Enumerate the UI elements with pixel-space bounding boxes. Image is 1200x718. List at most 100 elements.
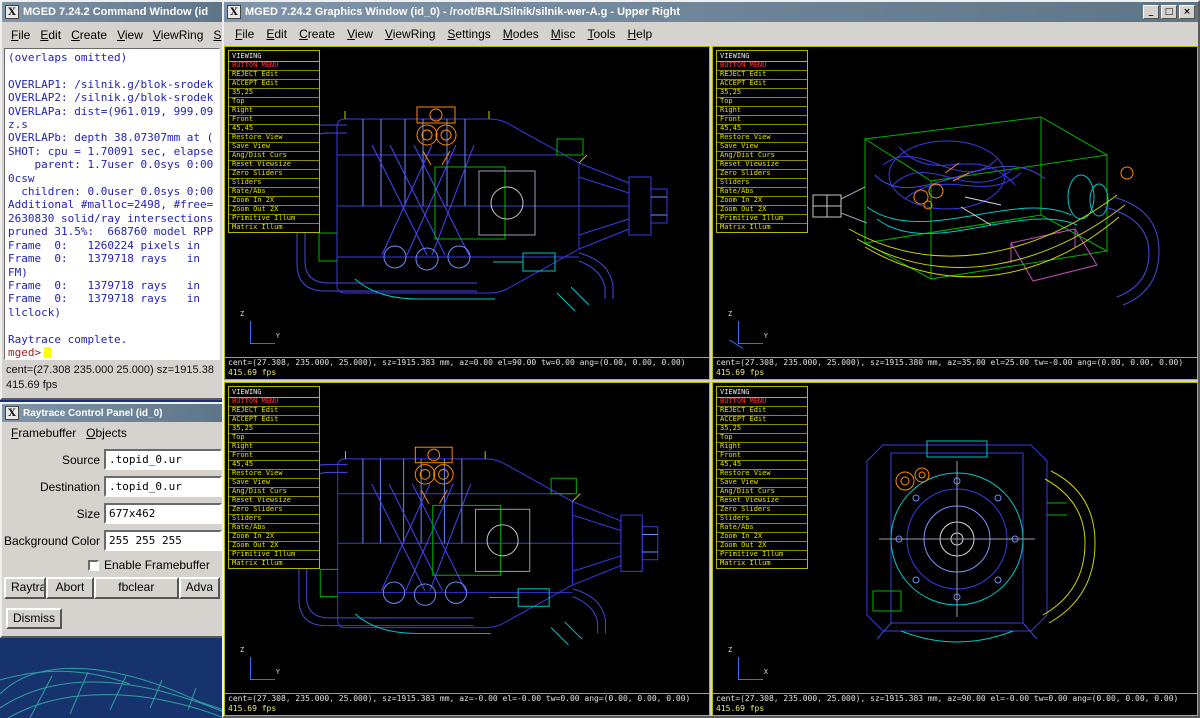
menubar-item[interactable]: File (6, 27, 35, 43)
menubar-item[interactable]: View (342, 26, 378, 42)
graphics-window: X MGED 7.24.2 Graphics Window (id_0) - /… (222, 0, 1200, 718)
graphics-window-menubar: FileEditCreateViewViewRingSettingsModesM… (224, 22, 1198, 46)
menubar-item[interactable]: Edit (261, 26, 292, 42)
field-label: Size (2, 507, 104, 521)
menubar-item[interactable]: Tools (582, 26, 620, 42)
viewport-status: cent=(27.308, 235.000, 25.000), sz=1915.… (713, 357, 1197, 368)
command-window-titlebar[interactable]: X MGED 7.24.2 Command Window (id (2, 2, 222, 22)
raytrace-control-panel: X Raytrace Control Panel (id_0) Framebuf… (0, 402, 224, 638)
x11-icon: X (5, 5, 19, 19)
x11-icon: X (227, 5, 241, 19)
viewport-canvas[interactable]: VIEWING BUTTON MENU REJECT EditACCEPT Ed… (225, 383, 709, 693)
terminal-line: pruned 31.5%: 668760 model RPP (8, 225, 216, 238)
field-input[interactable]: 255 255 255 (104, 530, 222, 551)
terminal-line: (overlaps omitted) (8, 51, 216, 64)
terminal-line: children: 0.0user 0.0sys 0:00 (8, 185, 216, 198)
field-input[interactable]: .topid_0.ur (104, 449, 222, 470)
command-window-title: MGED 7.24.2 Command Window (id (23, 6, 219, 18)
mged-prompt: mged> (8, 346, 41, 359)
menubar-item[interactable]: Se (208, 27, 222, 43)
viewing-menu-item[interactable]: Matrix Illum (717, 224, 807, 232)
viewport-canvas[interactable]: VIEWING BUTTON MENU REJECT EditACCEPT Ed… (225, 47, 709, 357)
enable-framebuffer-row: Enable Framebuffer (2, 554, 222, 576)
menubar-item[interactable]: ViewRing (380, 26, 440, 42)
viewport-canvas[interactable]: VIEWING BUTTON MENU REJECT EditACCEPT Ed… (713, 383, 1197, 693)
raytrace-panel-titlebar[interactable]: X Raytrace Control Panel (id_0) (2, 404, 222, 422)
viewport-fps: 415.69 fps (713, 704, 1197, 715)
terminal-line (8, 64, 216, 77)
status-fps: 415.69 fps (6, 378, 218, 393)
viewport-lower-left: VIEWING BUTTON MENU REJECT EditACCEPT Ed… (224, 382, 710, 716)
terminal-line: OVERLAP2: /silnik.g/blok-srodek (8, 91, 216, 104)
menubar-item[interactable]: Modes (498, 26, 544, 42)
viewing-menu-item[interactable]: Matrix Illum (717, 560, 807, 568)
viewing-menu-item[interactable]: Matrix Illum (229, 224, 319, 232)
raytrace-panel-body: Source.topid_0.urDestination.topid_0.urS… (2, 444, 222, 629)
viewport-status: cent=(27.308, 235.000, 25.000), sz=1915.… (713, 693, 1197, 704)
viewing-menu: VIEWING BUTTON MENU REJECT EditACCEPT Ed… (716, 386, 808, 569)
raytrace-action-button[interactable]: Adva (179, 577, 220, 599)
dismiss-button[interactable]: Dismiss (6, 608, 62, 629)
maximize-button[interactable]: □ (1161, 5, 1177, 19)
graphics-window-title: MGED 7.24.2 Graphics Window (id_0) - /ro… (245, 6, 1139, 18)
desktop: X MGED 7.24.2 Command Window (id FileEdi… (0, 0, 1200, 718)
viewport-grid: VIEWING BUTTON MENU REJECT EditACCEPT Ed… (224, 46, 1198, 716)
x11-icon: X (5, 406, 19, 420)
menubar-item[interactable]: ViewRing (148, 27, 208, 43)
menubar-item[interactable]: Help (622, 26, 657, 42)
minimize-button[interactable]: _ (1143, 5, 1159, 19)
terminal-prompt-line: mged> (8, 346, 216, 359)
terminal-line: OVERLAPa: dist=(961.019, 999.09 (8, 105, 216, 118)
viewing-menu-list: REJECT EditACCEPT Edit35,25TopRightFront… (229, 407, 319, 568)
menubar-item[interactable]: Create (66, 27, 112, 43)
viewing-menu-list: REJECT EditACCEPT Edit35,25TopRightFront… (717, 71, 807, 232)
raytrace-fields: Source.topid_0.urDestination.topid_0.urS… (2, 446, 222, 554)
graphics-window-titlebar[interactable]: X MGED 7.24.2 Graphics Window (id_0) - /… (224, 2, 1198, 22)
status-center-size: cent=(27.308 235.000 25.000) sz=1915.38 (6, 363, 218, 378)
viewport-upper-right: VIEWING BUTTON MENU REJECT EditACCEPT Ed… (712, 46, 1198, 380)
viewport-canvas[interactable]: VIEWING BUTTON MENU REJECT EditACCEPT Ed… (713, 47, 1197, 357)
enable-framebuffer-checkbox[interactable] (88, 560, 99, 571)
text-cursor (44, 347, 51, 358)
enable-framebuffer-label: Enable Framebuffer (104, 558, 210, 572)
menubar-item[interactable]: Edit (35, 27, 66, 43)
terminal-line: 2630830 solid/ray intersections (8, 212, 216, 225)
menubar-item[interactable]: Settings (442, 26, 495, 42)
viewport-upper-left: VIEWING BUTTON MENU REJECT EditACCEPT Ed… (224, 46, 710, 380)
viewing-menu: VIEWING BUTTON MENU REJECT EditACCEPT Ed… (228, 50, 320, 233)
viewing-menu-item[interactable]: Matrix Illum (229, 560, 319, 568)
raytrace-panel-menubar: FramebufferObjects (2, 422, 222, 444)
terminal-line: 0csw (8, 172, 216, 185)
field-label: Source (2, 453, 104, 467)
terminal-output[interactable]: (overlaps omitted) OVERLAP1: /silnik.g/bl… (4, 48, 220, 360)
raytrace-buttons: RaytraceAbortfbclearAdva (2, 576, 222, 600)
menubar-item[interactable]: Framebuffer (6, 425, 81, 441)
close-button[interactable]: × (1179, 5, 1195, 19)
menubar-item[interactable]: File (230, 26, 259, 42)
terminal-line: Raytrace complete. (8, 333, 216, 346)
terminal-lines: (overlaps omitted) OVERLAP1: /silnik.g/bl… (8, 51, 216, 346)
terminal-line: Frame 0: 1379718 rays in (8, 292, 216, 305)
command-window: X MGED 7.24.2 Command Window (id FileEdi… (0, 0, 224, 400)
field-row: Size677x462 (2, 500, 222, 527)
viewing-menu: VIEWING BUTTON MENU REJECT EditACCEPT Ed… (716, 50, 808, 233)
terminal-line: Frame 0: 1379718 rays in (8, 252, 216, 265)
viewing-menu-list: REJECT EditACCEPT Edit35,25TopRightFront… (229, 71, 319, 232)
terminal-line: OVERLAP1: /silnik.g/blok-srodek (8, 78, 216, 91)
field-row: Destination.topid_0.ur (2, 473, 222, 500)
raytrace-action-button[interactable]: Abort (46, 577, 94, 599)
field-input[interactable]: .topid_0.ur (104, 476, 222, 497)
background-wireframe (0, 636, 224, 718)
terminal-line (8, 319, 216, 332)
menubar-item[interactable]: Create (294, 26, 340, 42)
menubar-item[interactable]: View (112, 27, 148, 43)
raytrace-action-button[interactable]: fbclear (94, 577, 179, 599)
menubar-item[interactable]: Objects (81, 425, 132, 441)
raytrace-action-button[interactable]: Raytrace (4, 577, 46, 599)
menubar-item[interactable]: Misc (546, 26, 581, 42)
terminal-line: llclock) (8, 306, 216, 319)
field-input[interactable]: 677x462 (104, 503, 222, 524)
terminal-line: SHOT: cpu = 1.70091 sec, elapse (8, 145, 216, 158)
terminal-line: OVERLAPb: depth 38.07307mm at ( (8, 131, 216, 144)
command-window-statusbar: cent=(27.308 235.000 25.000) sz=1915.38 … (2, 360, 222, 393)
